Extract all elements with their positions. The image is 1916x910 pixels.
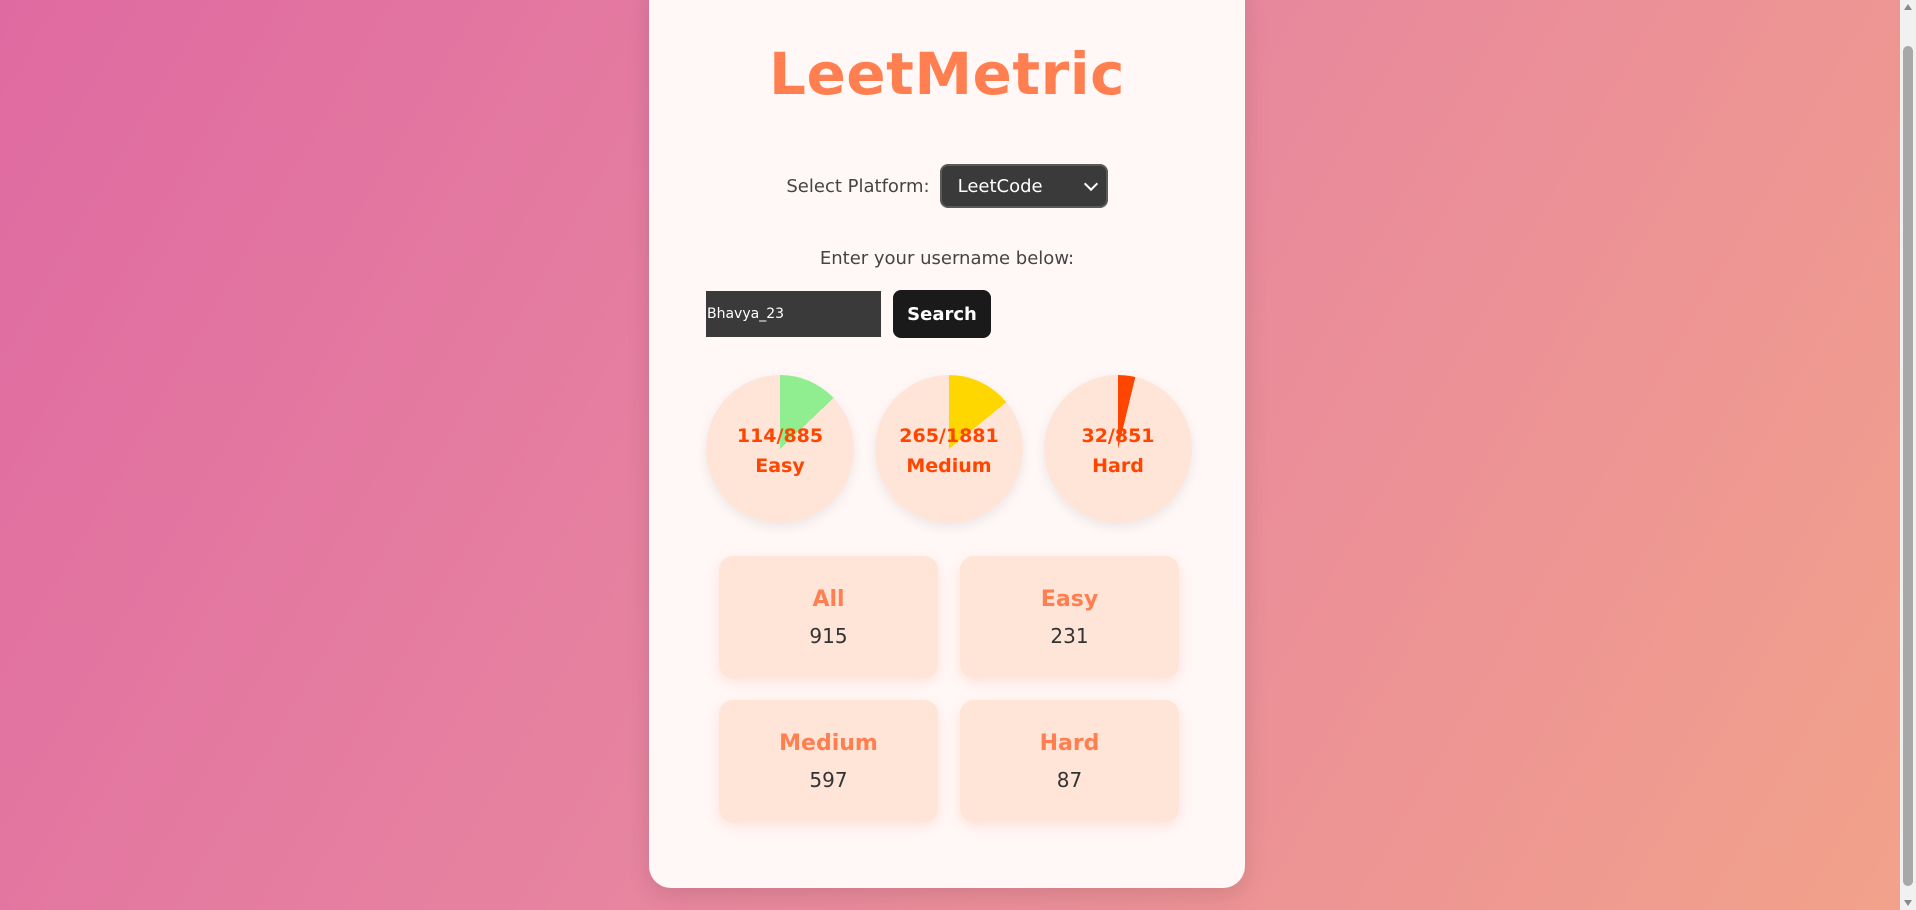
scroll-down-arrow-icon[interactable] <box>1904 900 1912 906</box>
stat-count: 597 <box>809 767 848 792</box>
platform-select[interactable]: LeetCode <box>939 164 1108 208</box>
stat-card-hard: Hard 87 <box>960 700 1179 822</box>
medium-progress-circle: 265/1881 Medium <box>875 375 1023 523</box>
stat-name: Easy <box>1040 586 1099 612</box>
platform-selected-value: LeetCode <box>957 175 1043 197</box>
stat-card-all: All 915 <box>719 556 938 678</box>
hard-level: Hard <box>1092 455 1144 477</box>
medium-level: Medium <box>906 455 992 477</box>
page-scrollbar[interactable] <box>1900 0 1916 910</box>
scroll-up-arrow-icon[interactable] <box>1904 4 1912 10</box>
scrollbar-thumb[interactable] <box>1903 46 1913 886</box>
leetmetric-card: LeetMetric Select Platform: LeetCode Ent… <box>649 0 1245 888</box>
username-value: Bhavya_23 <box>707 306 785 322</box>
search-row: Bhavya_23 Search <box>706 290 991 338</box>
stat-card-medium: Medium 597 <box>719 700 938 822</box>
username-prompt: Enter your username below: <box>819 248 1075 269</box>
search-button[interactable]: Search <box>893 290 991 338</box>
stat-name: Hard <box>1039 730 1100 756</box>
app-title: LeetMetric <box>768 40 1125 108</box>
stat-card-easy: Easy 231 <box>960 556 1179 678</box>
stat-count: 87 <box>1056 767 1083 792</box>
stats-grid: All 915 Easy 231 Medium 597 Hard 87 <box>719 556 1179 822</box>
platform-label: Select Platform: <box>786 175 930 197</box>
easy-ratio: 114/885 <box>736 425 824 447</box>
hard-ratio: 32/851 <box>1081 425 1155 447</box>
stat-count: 915 <box>809 623 848 648</box>
hard-progress-circle: 32/851 Hard <box>1044 375 1192 523</box>
username-input[interactable]: Bhavya_23 <box>706 291 881 337</box>
stat-name: Medium <box>779 730 878 756</box>
easy-level: Easy <box>755 455 805 477</box>
medium-ratio: 265/1881 <box>899 425 999 447</box>
stat-name: All <box>812 586 845 612</box>
stat-count: 231 <box>1050 623 1089 648</box>
chevron-down-icon <box>1083 176 1098 192</box>
platform-row: Select Platform: LeetCode <box>649 164 1245 208</box>
easy-progress-circle: 114/885 Easy <box>706 375 854 523</box>
progress-circles: 114/885 Easy 265/1881 Medium 32/851 Hard <box>706 375 1192 523</box>
